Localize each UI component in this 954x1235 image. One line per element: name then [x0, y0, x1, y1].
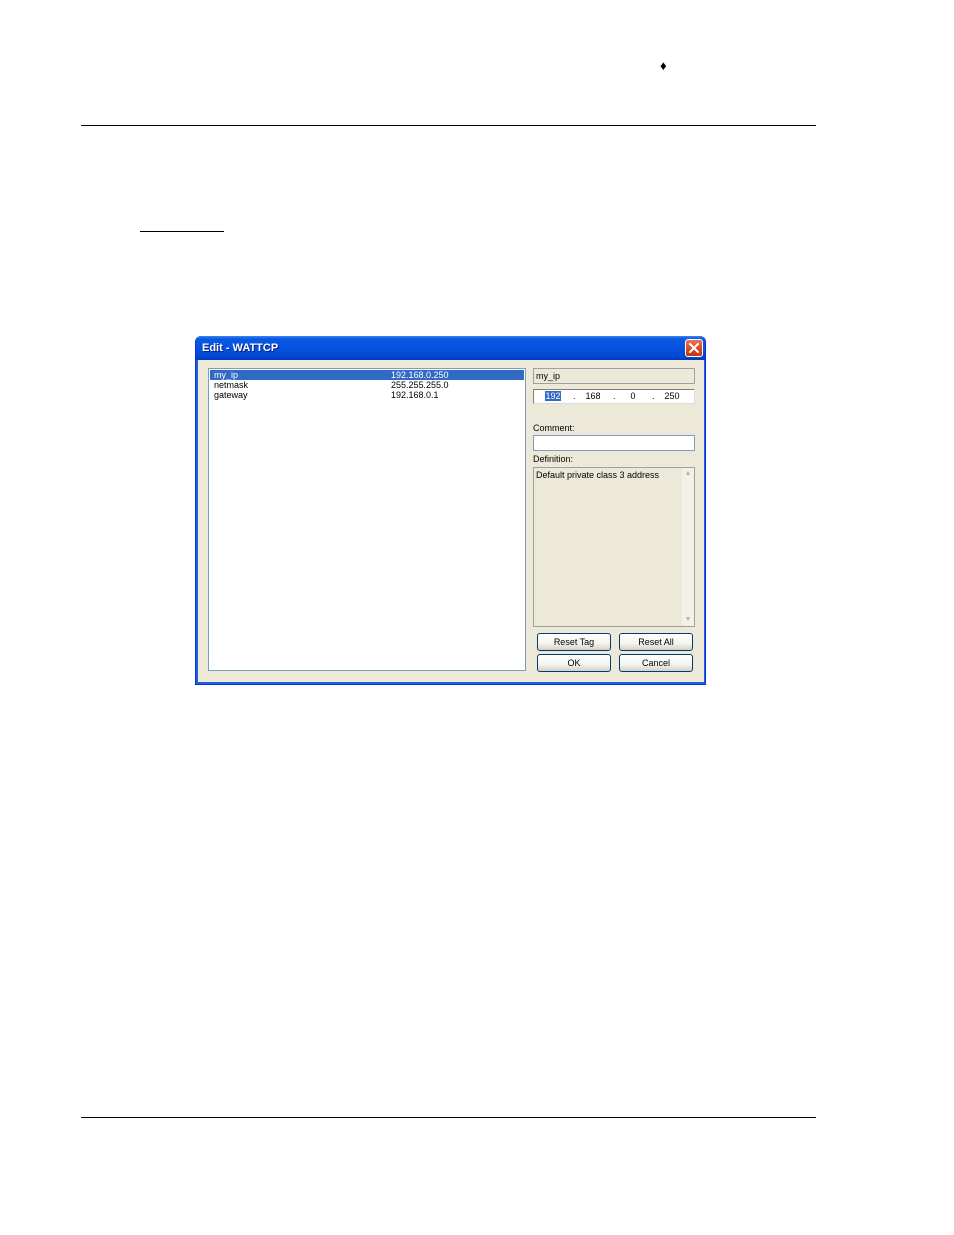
ip-octet-1[interactable]: 192: [542, 390, 564, 403]
dialog-titlebar[interactable]: Edit - WATTCP: [196, 336, 705, 360]
ip-octet-3[interactable]: 0: [622, 390, 644, 403]
scroll-up-arrow-icon[interactable]: ▲: [684, 470, 692, 478]
tag-list[interactable]: my_ip 192.168.0.250 netmask 255.255.255.…: [208, 368, 526, 671]
close-icon: [689, 343, 699, 353]
heading-underline: [140, 231, 224, 232]
dialog-title: Edit - WATTCP: [202, 342, 279, 354]
edit-wattcp-dialog: Edit - WATTCP my_ip 192.168.0.250 netmas…: [195, 336, 706, 685]
footer-rule: [81, 1117, 816, 1118]
reset-tag-button[interactable]: Reset Tag: [537, 633, 611, 651]
list-item-value: 192.168.0.1: [391, 390, 439, 400]
reset-all-button[interactable]: Reset All: [619, 633, 693, 651]
ip-octet-2[interactable]: 168: [582, 390, 604, 403]
definition-label: Definition:: [533, 454, 574, 464]
ip-octet-4[interactable]: 250: [661, 390, 683, 403]
list-item-value: 192.168.0.250: [391, 370, 449, 380]
list-item-name: my_ip: [214, 370, 239, 380]
definition-text-area[interactable]: Default private class 3 address ▲ ▼: [533, 467, 695, 627]
scroll-down-arrow-icon[interactable]: ▼: [684, 616, 692, 624]
ip-separator: .: [613, 391, 616, 401]
list-item-my-ip[interactable]: my_ip 192.168.0.250: [210, 370, 524, 380]
dialog-client-area: my_ip 192.168.0.250 netmask 255.255.255.…: [199, 360, 704, 682]
list-item-netmask[interactable]: netmask 255.255.255.0: [210, 380, 524, 390]
definition-text: Default private class 3 address: [536, 470, 660, 480]
ok-button[interactable]: OK: [537, 654, 611, 672]
list-item-value: 255.255.255.0: [391, 380, 449, 390]
list-item-name: gateway: [214, 390, 248, 400]
tag-name-field: my_ip: [533, 368, 695, 384]
ip-address-input[interactable]: 192 . 168 . 0 . 250: [533, 389, 695, 404]
close-button[interactable]: [685, 339, 703, 357]
list-item-name: netmask: [214, 380, 249, 390]
ip-separator: .: [652, 391, 655, 401]
definition-scrollbar[interactable]: ▲ ▼: [682, 468, 694, 626]
list-item-gateway[interactable]: gateway 192.168.0.1: [210, 390, 524, 400]
header-diamond-glyph: ♦: [660, 58, 667, 73]
header-rule: [81, 125, 816, 126]
cancel-button[interactable]: Cancel: [619, 654, 693, 672]
comment-input[interactable]: [533, 435, 695, 451]
comment-label: Comment:: [533, 423, 575, 433]
ip-separator: .: [573, 391, 576, 401]
